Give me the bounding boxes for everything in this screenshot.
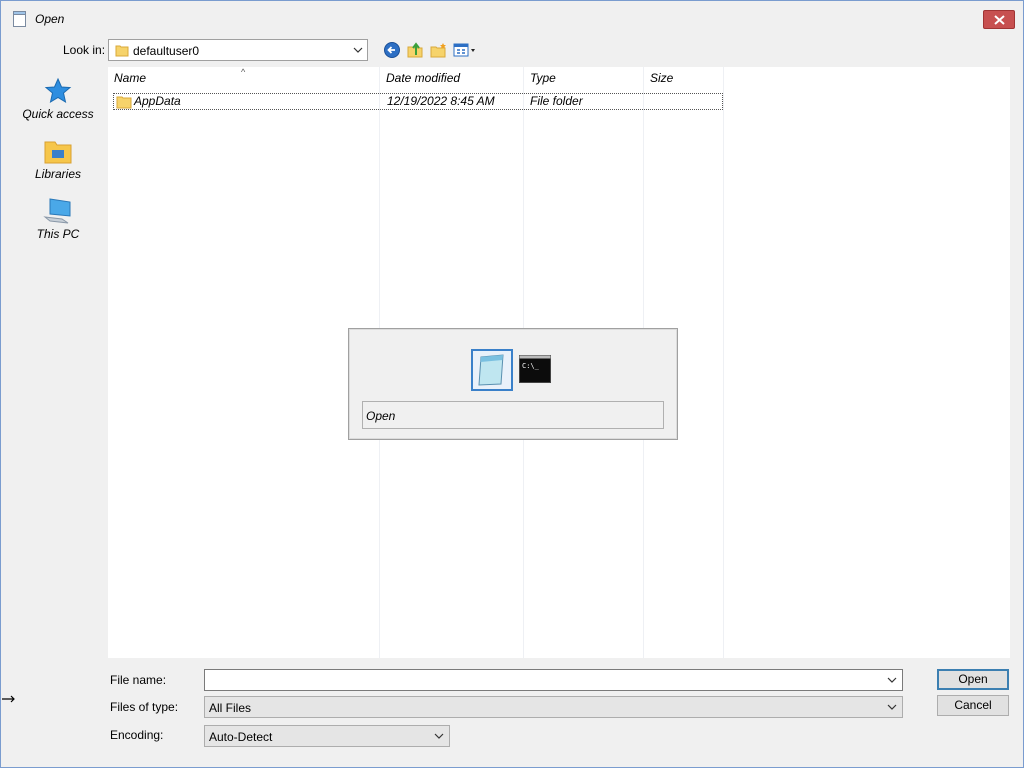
folder-icon <box>116 96 132 109</box>
column-divider <box>723 67 724 658</box>
resize-cursor-icon <box>2 695 15 703</box>
look-in-dropdown[interactable]: defaultuser0 <box>108 39 368 61</box>
task-switcher: C:\_ Open <box>348 328 678 440</box>
back-icon[interactable] <box>383 41 401 59</box>
notepad-icon <box>478 354 504 386</box>
encoding-dropdown[interactable]: Auto-Detect <box>204 725 450 747</box>
place-libraries[interactable]: Libraries <box>9 137 107 193</box>
places-bar: Quick access Libraries This PC <box>9 67 107 713</box>
open-dialog: Open Look in: defaultuser0 Quick access … <box>0 0 1024 768</box>
switcher-caption-box: Open <box>362 401 664 429</box>
place-label: Libraries <box>34 167 82 181</box>
files-of-type-dropdown[interactable]: All Files <box>204 696 903 718</box>
place-this-pc[interactable]: This PC <box>9 197 107 253</box>
switcher-item-command-prompt[interactable]: C:\_ <box>519 355 551 383</box>
column-header-name[interactable]: Name <box>114 71 146 89</box>
notepad-icon <box>13 11 26 27</box>
svg-text:C:\_: C:\_ <box>522 362 540 370</box>
files-of-type-value: All Files <box>209 701 252 715</box>
star-icon <box>44 77 72 104</box>
switcher-item-notepad[interactable] <box>471 349 513 391</box>
encoding-value: Auto-Detect <box>209 730 273 744</box>
encoding-label: Encoding: <box>110 728 164 742</box>
chevron-down-icon <box>887 704 897 710</box>
close-button[interactable] <box>983 10 1015 29</box>
command-prompt-icon: C:\_ <box>519 355 551 383</box>
window-title: Open <box>35 12 65 26</box>
look-in-label: Look in: <box>63 43 106 57</box>
cancel-button[interactable]: Cancel <box>937 695 1009 716</box>
file-type: File folder <box>530 94 583 108</box>
computer-icon <box>43 198 71 224</box>
look-in-value: defaultuser0 <box>133 44 200 58</box>
switcher-caption: Open <box>366 409 396 423</box>
file-name: AppData <box>134 94 181 108</box>
sort-ascending-icon: ^ <box>241 67 246 77</box>
file-date: 12/19/2022 8:45 AM <box>387 94 495 108</box>
place-label: Quick access <box>22 107 94 121</box>
title-bar[interactable]: Open <box>1 1 1023 37</box>
up-folder-icon[interactable] <box>406 41 424 59</box>
chevron-down-icon[interactable] <box>887 677 897 683</box>
column-header-type[interactable]: Type <box>530 71 556 89</box>
file-name-input[interactable] <box>204 669 903 691</box>
chevron-down-icon <box>353 47 363 53</box>
files-of-type-label: Files of type: <box>110 700 179 714</box>
view-menu-icon[interactable] <box>453 41 479 59</box>
column-header-size[interactable]: Size <box>650 71 673 89</box>
new-folder-icon[interactable] <box>429 41 447 59</box>
libraries-icon <box>44 141 72 164</box>
column-header-date[interactable]: Date modified <box>386 71 460 89</box>
file-name-label: File name: <box>110 673 167 687</box>
close-icon <box>994 15 1005 25</box>
open-button[interactable]: Open <box>937 669 1009 690</box>
place-label: This PC <box>36 227 80 241</box>
place-quick-access[interactable]: Quick access <box>9 77 107 133</box>
folder-icon <box>115 45 129 57</box>
chevron-down-icon <box>434 733 444 739</box>
